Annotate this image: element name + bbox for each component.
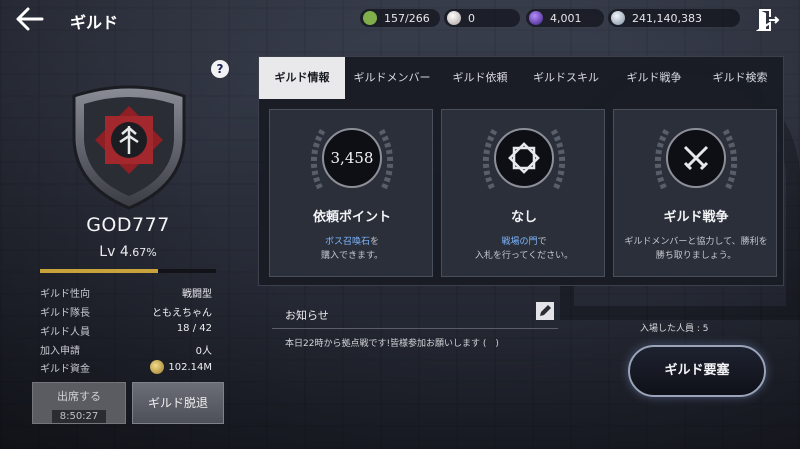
tab-guild-members[interactable]: ギルドメンバー	[345, 57, 439, 99]
info-value: ともえちゃん	[152, 308, 212, 319]
guild-funds-value: 102.14M	[168, 362, 212, 373]
help-icon[interactable]: ?	[211, 60, 229, 78]
info-key: ギルド人員	[40, 327, 90, 338]
edit-notice-button[interactable]	[536, 302, 554, 320]
request-points-value: 3,458	[330, 149, 374, 167]
notice-divider	[272, 328, 558, 329]
card-description: ボス召喚石を 購入できます。	[270, 235, 434, 263]
info-row-funds: ギルド資金 102.14M	[40, 360, 216, 376]
battlefield-badge	[494, 128, 554, 188]
info-key: 加入申請	[40, 346, 80, 357]
card-desc-line2: 購入できます。	[320, 251, 384, 261]
info-value: 102.14M	[150, 360, 212, 374]
info-key: ギルド性向	[40, 289, 90, 300]
pearl-icon	[447, 11, 461, 25]
info-row-members: ギルド人員 18 / 42	[40, 323, 216, 339]
tab-guild-war[interactable]: ギルド戦争	[611, 57, 697, 99]
info-key: ギルド資金	[40, 364, 90, 375]
tab-guild-info[interactable]: ギルド情報	[259, 57, 345, 99]
top-bar: ギルド 157/266 0 4,001 241,140,383	[0, 0, 800, 40]
resource-silver: 241,140,383	[608, 9, 740, 27]
info-key: ギルド隊長	[40, 308, 90, 319]
card-desc-rest: を	[370, 237, 380, 247]
page-title: ギルド	[70, 13, 119, 32]
leave-guild-button[interactable]: ギルド脱退	[132, 382, 224, 424]
card-desc-rest: で	[537, 237, 547, 247]
crossed-swords-icon	[683, 145, 709, 171]
guild-level-percent: .67%	[128, 246, 157, 259]
info-value: 0人	[195, 346, 212, 357]
attend-button-label: 出席する	[57, 390, 101, 403]
resource-silver-value: 241,140,383	[632, 11, 702, 25]
guild-xp-bar	[40, 269, 216, 273]
guild-xp-fill	[40, 269, 158, 273]
notice-title: お知らせ	[285, 309, 329, 322]
attend-timer: 8:50:27	[51, 410, 107, 423]
exit-door-icon[interactable]	[755, 8, 780, 32]
guild-info-panel: ギルド情報 ギルドメンバー ギルド依頼 ギルドスキル ギルド戦争 ギルド検索 3…	[258, 56, 784, 286]
card-guild-war[interactable]: ギルド戦争 ギルドメンバーと協力して、勝利を 勝ち取りましょう。	[613, 109, 777, 277]
tab-guild-search[interactable]: ギルド検索	[697, 57, 783, 99]
guild-emblem	[64, 82, 194, 212]
attend-button[interactable]: 出席する 8:50:27	[32, 382, 126, 424]
card-desc-line2: 勝ち取りましょう。	[655, 251, 737, 261]
resource-pearl: 0	[444, 9, 520, 27]
card-desc-highlight: 戦場の門	[501, 237, 538, 247]
guild-war-badge	[666, 128, 726, 188]
resource-purple-gem: 4,001	[526, 9, 604, 27]
back-arrow-icon[interactable]	[14, 6, 46, 34]
request-points-badge: 3,458	[322, 128, 382, 188]
tab-guild-requests[interactable]: ギルド依頼	[439, 57, 521, 99]
info-value: 18 / 42	[176, 323, 212, 334]
card-desc-line2: 入札を行ってください。	[474, 251, 574, 261]
guild-level: Lv 4.67%	[0, 244, 256, 260]
card-battlefield[interactable]: なし 戦場の門で 入札を行ってください。	[441, 109, 605, 277]
card-title: なし	[510, 210, 537, 225]
card-title: ギルド戦争	[663, 210, 729, 225]
card-title: 依頼ポイント	[312, 210, 391, 225]
card-request-points[interactable]: 3,458 依頼ポイント ボス召喚石を 購入できます。	[269, 109, 433, 277]
info-row-tendency: ギルド性向 戦闘型	[40, 285, 216, 301]
card-desc-rest: ギルドメンバーと協力して、勝利を	[624, 237, 768, 247]
battlefield-gate-icon	[508, 142, 540, 174]
notice-text: 本日22時から拠点戦です!皆様参加お願いします ( )	[285, 339, 499, 349]
resource-stamina-value: 157/266	[384, 11, 430, 25]
purple-gem-icon	[529, 11, 543, 25]
silver-coin-icon	[611, 11, 625, 25]
tab-bar: ギルド情報 ギルドメンバー ギルド依頼 ギルドスキル ギルド戦争 ギルド検索	[259, 57, 783, 99]
guild-fortress-button[interactable]: ギルド要塞	[628, 345, 766, 397]
card-description: ギルドメンバーと協力して、勝利を 勝ち取りましょう。	[614, 235, 778, 263]
card-description: 戦場の門で 入札を行ってください。	[442, 235, 606, 263]
resource-stamina: 157/266	[360, 9, 440, 27]
info-value: 戦闘型	[182, 289, 212, 300]
info-row-applications: 加入申請 0人	[40, 342, 216, 358]
info-row-leader: ギルド隊長 ともえちゃん	[40, 304, 216, 320]
pencil-icon	[540, 305, 551, 316]
stamina-icon	[363, 11, 377, 25]
tab-guild-skills[interactable]: ギルドスキル	[521, 57, 611, 99]
resource-pearl-value: 0	[468, 11, 475, 25]
guild-level-label: Lv 4	[99, 244, 129, 260]
entered-count: 入場した人員 : 5	[640, 324, 709, 334]
gold-coin-icon	[150, 360, 165, 374]
card-desc-highlight: ボス召喚石	[324, 237, 370, 247]
guild-name: GOD777	[86, 214, 170, 236]
resource-purple-gem-value: 4,001	[550, 11, 582, 25]
